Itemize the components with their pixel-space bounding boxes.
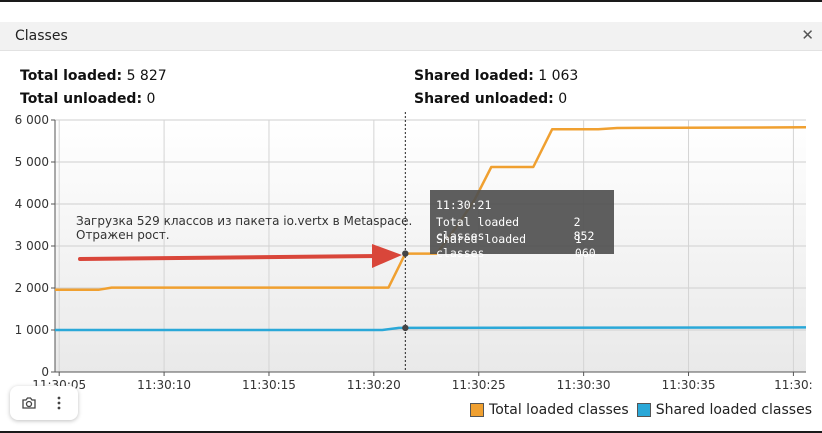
x-tick-label: 11:30:30 (557, 378, 611, 392)
shared-loaded-stat: Shared loaded: 1 063 (414, 68, 578, 84)
marker-shared-loaded (402, 324, 409, 332)
shared-loaded-label: Shared loaded: (414, 68, 534, 84)
tooltip-shared-value: 1 060 (574, 232, 596, 260)
title-bar: Classes ✕ (0, 22, 822, 51)
tooltip-row-shared: Shared loaded classes 1 060 (436, 232, 608, 260)
total-unloaded-label: Total unloaded: (20, 91, 143, 107)
x-tick-label: 11:30:35 (662, 378, 716, 392)
x-tick-label: 11:30:15 (242, 378, 296, 392)
tooltip-shared-label: Shared loaded classes (436, 232, 527, 260)
shared-loaded-value: 1 063 (538, 68, 579, 84)
y-tick-label: 3 000 (15, 239, 49, 253)
y-tick-label: 6 000 (15, 113, 49, 127)
total-loaded-stat: Total loaded: 5 827 (20, 68, 167, 84)
camera-icon[interactable] (16, 390, 42, 416)
x-tick-label: 11:30:25 (452, 378, 506, 392)
more-vertical-icon[interactable] (46, 390, 72, 416)
y-tick-label: 4 000 (15, 197, 49, 211)
chart-tooltip: 11:30:21 Total loaded classes 2 852 Shar… (430, 190, 614, 260)
marker-total-loaded (402, 250, 409, 257)
classes-chart[interactable]: 0 1 000 2 000 3 000 4 000 5 000 6 000 11:30: 0 5… (0, 112, 822, 402)
legend-label-total: Total loaded classes (489, 402, 629, 418)
annotation-line-1: Загрузка 529 классов из пакета io.vertx … (76, 214, 412, 228)
shared-unloaded-label: Shared unloaded: (414, 91, 554, 107)
y-axis: 0 1 000 2 000 3 000 4 000 5 000 6 000 (15, 113, 56, 379)
legend-swatch-total (470, 403, 485, 417)
close-icon[interactable]: ✕ (801, 26, 814, 44)
total-loaded-label: Total loaded: (20, 68, 123, 84)
x-tick-label: 11:30:10 (137, 378, 191, 392)
legend-label-shared: Shared loaded classes (655, 402, 812, 418)
tooltip-total-value: 2 852 (573, 215, 595, 243)
y-tick-label: 1 000 (15, 323, 49, 337)
x-tick-label: 11:30: (774, 378, 813, 392)
total-loaded-value: 5 827 (126, 68, 167, 84)
shared-unloaded-stat: Shared unloaded: 0 (414, 91, 567, 107)
y-tick-label: 0 (41, 365, 49, 379)
x-tick-label: 11:30:20 (347, 378, 401, 392)
legend-swatch-shared (636, 403, 651, 417)
total-unloaded-value: 0 (146, 91, 156, 107)
annotation-line-2: Отражен рост. (76, 228, 170, 242)
panel-title: Classes (15, 28, 68, 44)
tooltip-time: 11:30:21 (436, 198, 608, 215)
y-tick-label: 2 000 (15, 281, 49, 295)
chart-toolbar (10, 386, 78, 420)
total-unloaded-stat: Total unloaded: 0 (20, 91, 155, 107)
tooltip-row-total: Total loaded classes 2 852 (436, 215, 608, 243)
y-tick-label: 5 000 (15, 155, 49, 169)
chart-legend: Total loaded classes Shared loaded class… (462, 402, 812, 418)
classes-panel: Classes ✕ Total loaded: 5 827 Total unlo… (0, 0, 822, 433)
tooltip-time-text: 11:30:21 (436, 198, 492, 212)
x-axis: 11:30:05 11:30:10 11:30:15 11:30:20 11:30:25… (32, 371, 813, 392)
shared-unloaded-value: 0 (558, 91, 568, 107)
tooltip-total-label: Total loaded classes (436, 215, 520, 243)
